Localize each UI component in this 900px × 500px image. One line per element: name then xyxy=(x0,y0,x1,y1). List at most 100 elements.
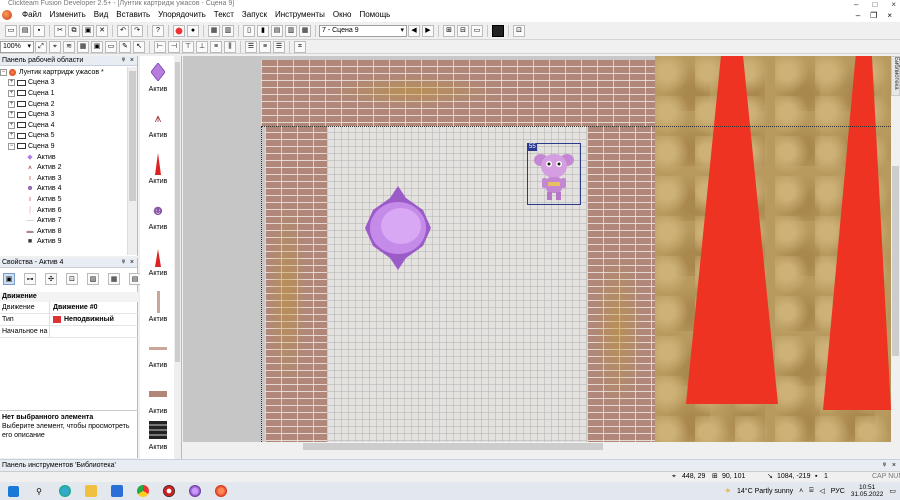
edge-icon[interactable] xyxy=(59,485,71,497)
tree-scene[interactable]: + Сцена 3 xyxy=(0,109,127,120)
open-icon[interactable]: ▤ xyxy=(19,24,31,37)
menu-file[interactable]: Файл xyxy=(18,8,46,22)
property-row[interactable]: Движение Движение #0 xyxy=(0,302,138,314)
library-item[interactable]: Актив xyxy=(140,286,176,332)
pointer-icon[interactable]: ↖ xyxy=(133,40,145,53)
scrollbar-thumb[interactable] xyxy=(892,166,899,356)
grid-icon[interactable]: ▦ xyxy=(77,40,89,53)
menu-tools[interactable]: Инструменты xyxy=(271,8,329,22)
weather-text[interactable]: 14°C Partly sunny xyxy=(737,488,793,495)
align-center-icon[interactable]: ≡ xyxy=(259,40,271,53)
view-a-icon[interactable]: ▯ xyxy=(243,24,255,37)
values-tab-icon[interactable]: ▨ xyxy=(87,273,99,285)
crystal-object[interactable] xyxy=(365,186,431,270)
copy-icon[interactable]: ⧉ xyxy=(68,24,80,37)
expand-icon[interactable]: + xyxy=(8,111,15,119)
volume-icon[interactable]: ◁ xyxy=(819,487,824,495)
tree-scene[interactable]: + Сцена 1 xyxy=(0,88,127,99)
tree-scene[interactable]: + Сцена 2 xyxy=(0,99,127,110)
close-icon[interactable]: × xyxy=(130,56,134,65)
tree-object[interactable]: ı Актив 3 xyxy=(0,173,127,184)
cut-icon[interactable]: ✂ xyxy=(54,24,66,37)
app-icon[interactable] xyxy=(163,485,175,497)
chrome-icon[interactable] xyxy=(137,485,149,497)
menu-window[interactable]: Окно xyxy=(329,8,356,22)
expand-icon[interactable]: + xyxy=(8,132,15,140)
settings-tab-icon[interactable]: ▣ xyxy=(3,273,15,285)
menu-edit[interactable]: Изменить xyxy=(46,8,90,22)
property-row[interactable]: Тип Неподвижный xyxy=(0,314,138,326)
expand-icon[interactable]: + xyxy=(8,79,15,87)
library-item[interactable]: ⩚ Актив xyxy=(140,102,176,148)
collapse-icon[interactable]: − xyxy=(8,142,15,150)
scrollbar-thumb[interactable] xyxy=(129,71,136,201)
doc-minimize-icon[interactable]: – xyxy=(856,11,860,20)
align-f-icon[interactable]: ⫼ xyxy=(224,40,236,53)
library-item[interactable]: Актив xyxy=(140,332,176,378)
tree-object[interactable]: ■ Актив 9 xyxy=(0,237,127,248)
app-icon[interactable] xyxy=(189,485,201,497)
language-indicator[interactable]: РУС xyxy=(831,488,845,495)
horizontal-scrollbar[interactable] xyxy=(183,442,891,451)
display-tab-icon[interactable]: ⊶ xyxy=(24,273,36,285)
tree-object[interactable]: ı Актив 5 xyxy=(0,194,127,205)
layers-icon[interactable]: ≋ xyxy=(63,40,75,53)
scrollbar-thumb[interactable] xyxy=(303,443,603,450)
events-tab-icon[interactable]: ▦ xyxy=(108,273,120,285)
tree-scrollbar[interactable] xyxy=(127,67,137,255)
notifications-icon[interactable]: ▭ xyxy=(889,487,896,495)
snap-icon[interactable]: ▣ xyxy=(91,40,103,53)
pin-icon[interactable]: ᵠ xyxy=(122,258,125,267)
library-item[interactable]: ☻ Актив xyxy=(140,194,176,240)
expand-icon[interactable]: + xyxy=(8,121,15,129)
align-c-icon[interactable]: ⊤ xyxy=(182,40,194,53)
file-explorer-icon[interactable] xyxy=(85,485,97,497)
tree-object[interactable]: ▬ Актив 8 xyxy=(0,226,127,237)
color-icon[interactable] xyxy=(492,24,504,37)
tree-object[interactable]: | Актив 6 xyxy=(0,205,127,216)
tool-a-icon[interactable]: ⊞ xyxy=(443,24,455,37)
view-e-icon[interactable]: ▦ xyxy=(299,24,311,37)
doc-close-icon[interactable]: × xyxy=(887,11,892,20)
library-item[interactable]: Актив xyxy=(140,240,176,286)
pin-icon[interactable]: ᵠ xyxy=(122,56,125,65)
close-icon[interactable]: × xyxy=(892,460,896,471)
align-a-icon[interactable]: ⊢ xyxy=(154,40,166,53)
scene-editor[interactable]: 55 xyxy=(183,56,891,442)
frame-editor-icon[interactable]: ▥ xyxy=(222,24,234,37)
paste-icon[interactable]: ▣ xyxy=(82,24,94,37)
chevron-up-icon[interactable]: ˄ xyxy=(799,488,803,495)
record-icon[interactable] xyxy=(173,24,185,37)
menu-arrange[interactable]: Упорядочить xyxy=(154,8,210,22)
stop-icon[interactable]: ● xyxy=(187,24,199,37)
fusion-icon[interactable] xyxy=(215,485,227,497)
scene-selector[interactable]: 7 - Сцена 9 ▾ xyxy=(319,24,407,37)
view-c-icon[interactable]: ▤ xyxy=(271,24,283,37)
redo-icon[interactable]: ↷ xyxy=(131,24,143,37)
tool-d-icon[interactable]: ⊡ xyxy=(513,24,525,37)
frame-icon[interactable]: ▭ xyxy=(105,40,117,53)
library-item[interactable]: Актив xyxy=(140,414,176,460)
collapse-icon[interactable]: − xyxy=(0,68,7,76)
align-d-icon[interactable]: ⊥ xyxy=(196,40,208,53)
align-e-icon[interactable]: ≡ xyxy=(210,40,222,53)
menu-insert[interactable]: Вставить xyxy=(112,8,154,22)
network-icon[interactable]: ⌸ xyxy=(809,487,813,495)
expand-icon[interactable]: + xyxy=(8,100,15,108)
library-item[interactable]: Актив xyxy=(140,148,176,194)
tool-b-icon[interactable]: ⊟ xyxy=(457,24,469,37)
align-b-icon[interactable]: ⊣ xyxy=(168,40,180,53)
delete-icon[interactable]: ✕ xyxy=(96,24,108,37)
tree-object[interactable]: ⩚ Актив 2 xyxy=(0,162,127,173)
movement-tab-icon[interactable]: ✣ xyxy=(45,273,57,285)
tool-c-icon[interactable]: ▭ xyxy=(471,24,483,37)
edit-icon[interactable]: ✎ xyxy=(119,40,131,53)
pin-icon[interactable]: ᵠ xyxy=(883,460,886,471)
zoom-fit-icon[interactable]: ⤢ xyxy=(35,40,47,53)
view-b-icon[interactable]: ▮ xyxy=(257,24,269,37)
tree-object[interactable]: ☻ Актив 4 xyxy=(0,184,127,195)
runtime-tab-icon[interactable]: ⊡ xyxy=(66,273,78,285)
prev-scene-icon[interactable]: ◀ xyxy=(408,24,420,37)
tree-object[interactable]: — Актив 7 xyxy=(0,215,127,226)
clock[interactable]: 10:51 31.05.2022 xyxy=(851,484,884,498)
